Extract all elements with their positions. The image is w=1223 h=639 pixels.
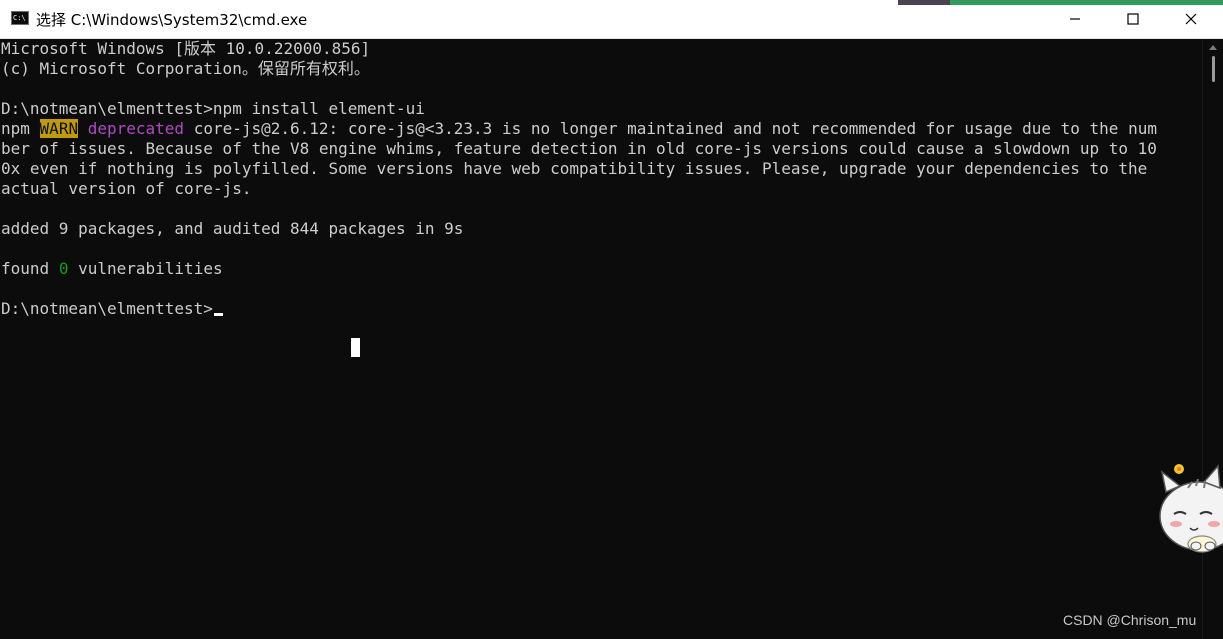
scroll-thumb[interactable] [1212, 56, 1215, 82]
console-output[interactable]: Microsoft Windows [版本 10.0.22000.856] (c… [0, 39, 1202, 639]
copyright-line: (c) Microsoft Corporation。保留所有权利。 [1, 59, 370, 78]
version-line: Microsoft Windows [版本 10.0.22000.856] [1, 39, 371, 58]
warn-prefix: npm [1, 119, 30, 138]
warn-line: npm WARN deprecated core-js@2.6.12: core… [1, 119, 1157, 139]
deprecated-label: deprecated [87, 119, 185, 138]
warn-continuation: 0x even if nothing is polyfilled. Some v… [1, 159, 1148, 178]
current-prompt[interactable]: D:\notmean\elmenttest> [1, 299, 223, 319]
found-prefix: found [1, 259, 50, 278]
vulnerability-count: 0 [58, 259, 69, 278]
warn-continuation: actual version of core-js. [1, 179, 252, 198]
maximize-icon [1127, 13, 1139, 25]
cmd-icon[interactable]: C:\ [11, 11, 29, 25]
warn-message: core-js@2.6.12: core-js@<3.23.3 is no lo… [193, 119, 1157, 138]
minimize-button[interactable] [1046, 0, 1104, 38]
found-suffix: vulnerabilities [78, 259, 223, 278]
scroll-up-arrow-icon[interactable] [1209, 45, 1217, 50]
warn-badge: WARN [39, 119, 79, 138]
close-button[interactable] [1162, 0, 1220, 38]
maximize-button[interactable] [1104, 0, 1162, 38]
found-line: found 0 vulnerabilities [1, 259, 223, 279]
added-line: added 9 packages, and audited 844 packag… [1, 219, 464, 238]
minimize-icon [1070, 18, 1080, 20]
command-text: npm install element-ui [212, 99, 425, 118]
prompt: D:\notmean\elmenttest> [1, 299, 213, 318]
watermark: CSDN @Chrison_mu [1063, 612, 1197, 628]
cat-mascot-icon [1159, 464, 1223, 553]
warn-continuation: ber of issues. Because of the V8 engine … [1, 139, 1157, 158]
taskbar-strip [898, 0, 950, 5]
command-line: D:\notmean\elmenttest>npm install elemen… [1, 99, 425, 119]
text-cursor [213, 313, 223, 316]
mouse-ibeam-cursor [351, 338, 360, 357]
prompt: D:\notmean\elmenttest> [1, 99, 213, 118]
close-icon [1185, 13, 1197, 25]
title-bar[interactable]: C:\ 选择 C:\Windows\System32\cmd.exe [0, 0, 1223, 39]
window-title: 选择 C:\Windows\System32\cmd.exe [36, 11, 308, 29]
